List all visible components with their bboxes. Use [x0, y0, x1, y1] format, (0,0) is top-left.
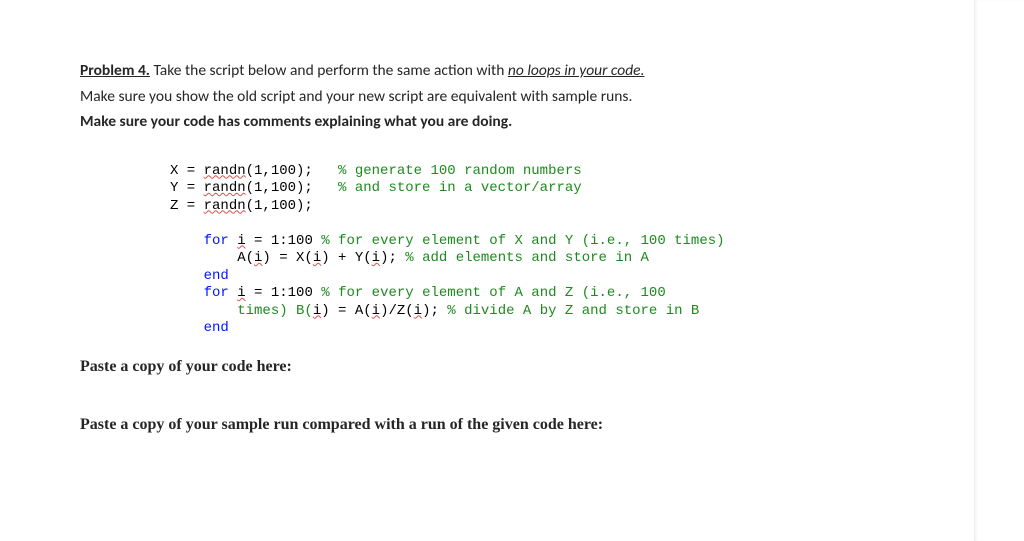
- code-line-9: end: [170, 320, 954, 338]
- code-blank-1: [170, 215, 954, 233]
- code-line-7: for i = 1:100 % for every element of A a…: [170, 285, 954, 303]
- code-line-3: Z = randn(1,100);: [170, 198, 954, 216]
- code-line-4: for i = 1:100 % for every element of X a…: [170, 233, 954, 251]
- problem-label: Problem 4.: [80, 61, 150, 80]
- no-loops-phrase: no loops in your code.: [508, 61, 645, 80]
- code-block: X = randn(1,100); % generate 100 random …: [170, 163, 954, 338]
- code-line-1: X = randn(1,100); % generate 100 random …: [170, 163, 954, 181]
- problem-line-2: Make sure you show the old script and yo…: [80, 84, 954, 110]
- paste-run-label: Paste a copy of your sample run compared…: [80, 416, 954, 434]
- document-content: Problem 4. Take the script below and per…: [0, 0, 1024, 454]
- problem-line-1-text: Take the script below and perform the sa…: [150, 61, 508, 80]
- code-line-2: Y = randn(1,100); % and store in a vecto…: [170, 180, 954, 198]
- code-line-8: times) B(i) = A(i)/Z(i); % divide A by Z…: [170, 303, 954, 321]
- code-line-6: end: [170, 268, 954, 286]
- problem-line-3: Make sure your code has comments explain…: [80, 109, 954, 135]
- page-right-edge: [974, 0, 1024, 541]
- problem-line-1: Problem 4. Take the script below and per…: [80, 58, 954, 84]
- code-line-5: A(i) = X(i) + Y(i); % add elements and s…: [170, 250, 954, 268]
- paste-code-label: Paste a copy of your code here:: [80, 358, 954, 376]
